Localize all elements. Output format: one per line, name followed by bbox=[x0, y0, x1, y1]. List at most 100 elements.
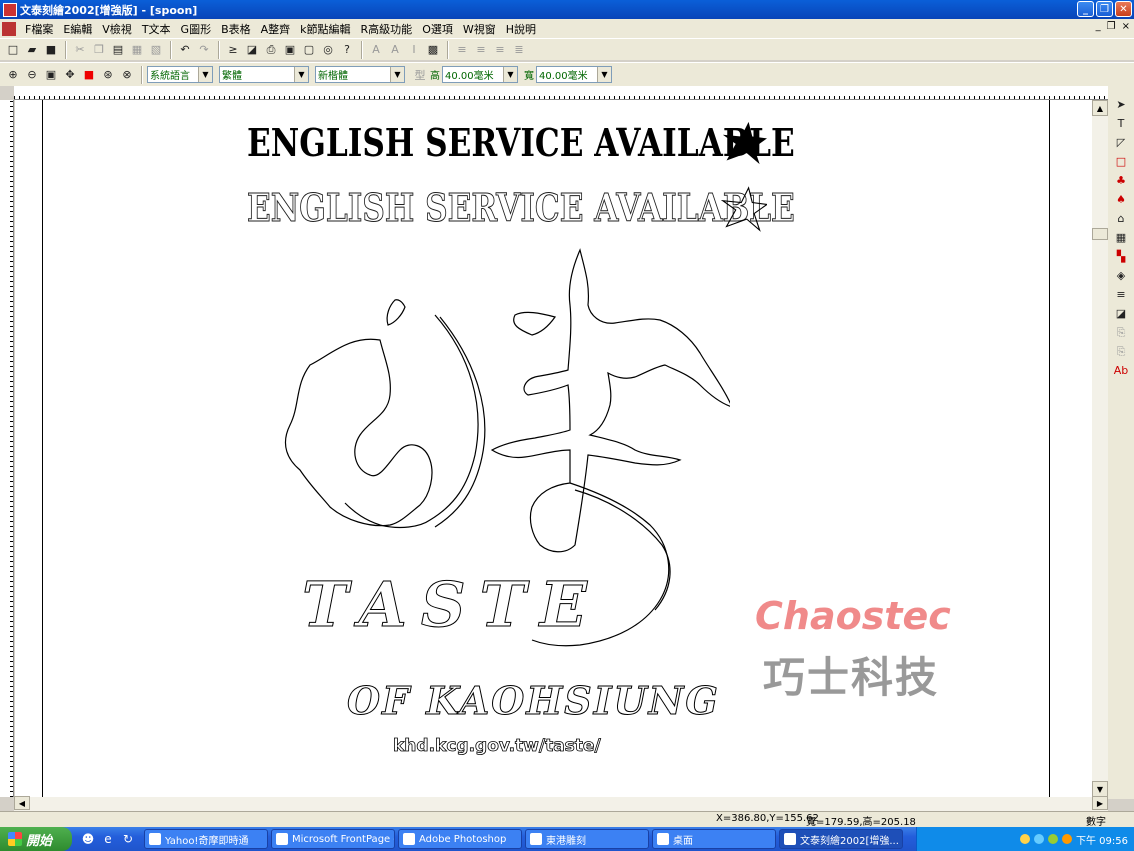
scroll-up-icon[interactable]: ▲ bbox=[1092, 100, 1108, 116]
menu-node-edit[interactable]: k節點編輯 bbox=[295, 21, 355, 37]
minimize-button[interactable]: _ bbox=[1077, 1, 1094, 17]
export-icon[interactable]: ◪ bbox=[243, 41, 261, 59]
of-kaohsiung-text[interactable]: OF KAOHSIUNG bbox=[347, 678, 720, 724]
help-icon[interactable]: ? bbox=[338, 41, 356, 59]
menu-table[interactable]: B表格 bbox=[216, 21, 256, 37]
text-tool-icon[interactable]: T bbox=[1112, 115, 1130, 132]
refresh-icon[interactable]: ↻ bbox=[120, 831, 136, 847]
headline-solid[interactable]: ENGLISH SERVICE AVAILABLE bbox=[247, 120, 795, 165]
rectangle-tool-icon[interactable]: □ bbox=[1112, 153, 1130, 170]
shape-tool-icon[interactable]: ◸ bbox=[1112, 134, 1130, 151]
paste-special-icon[interactable]: ▦ bbox=[128, 41, 146, 59]
color-tool-icon[interactable]: ♠ bbox=[1112, 191, 1130, 208]
table-tool-icon[interactable]: ▦ bbox=[1112, 229, 1130, 246]
close-button[interactable]: ✕ bbox=[1115, 1, 1132, 17]
font-select[interactable]: 新楷體 ▼ bbox=[315, 66, 405, 83]
chevron-down-icon[interactable]: ▼ bbox=[597, 67, 611, 82]
height-select[interactable]: 40.00毫米 ▼ bbox=[442, 66, 518, 83]
text-edit-icon[interactable]: ▩ bbox=[424, 41, 442, 59]
pan-icon[interactable]: ✥ bbox=[61, 66, 79, 84]
paste-icon[interactable]: ▤ bbox=[109, 41, 127, 59]
fill-red-icon[interactable]: ■ bbox=[80, 66, 98, 84]
start-button[interactable]: 開始 bbox=[0, 827, 72, 851]
doc-close-button[interactable]: × bbox=[1122, 21, 1130, 32]
align-left-icon[interactable]: ≡ bbox=[453, 41, 471, 59]
tray-icon[interactable] bbox=[1062, 834, 1072, 844]
horizontal-ruler[interactable] bbox=[14, 86, 1108, 100]
stamp-tool-icon[interactable]: ⎘ bbox=[1112, 324, 1130, 341]
scroll-right-icon[interactable]: ▶ bbox=[1092, 796, 1108, 810]
menu-file[interactable]: F檔案 bbox=[20, 21, 58, 37]
zoom-in-icon[interactable]: ⊕ bbox=[4, 66, 22, 84]
task-folder[interactable]: 東港雕刻 bbox=[525, 829, 649, 849]
scroll-left-icon[interactable]: ◀ bbox=[14, 796, 30, 810]
doc-minimize-button[interactable]: _ bbox=[1096, 21, 1101, 32]
text-italic-icon[interactable]: I bbox=[405, 41, 423, 59]
charset-select[interactable]: 繁體 ▼ bbox=[219, 66, 309, 83]
tray-icon[interactable] bbox=[1020, 834, 1030, 844]
save-icon[interactable]: ■ bbox=[42, 41, 60, 59]
menu-arrange[interactable]: A整齊 bbox=[256, 21, 296, 37]
messenger-icon[interactable]: ☻ bbox=[80, 831, 96, 847]
image-tool-icon[interactable]: ⌂ bbox=[1112, 210, 1130, 227]
print-preview-icon[interactable]: ▣ bbox=[281, 41, 299, 59]
hint-icon[interactable]: ◎ bbox=[319, 41, 337, 59]
zoom-selection-icon[interactable]: ▣ bbox=[42, 66, 60, 84]
lines-tool-icon[interactable]: ≡ bbox=[1112, 286, 1130, 303]
document-icon[interactable] bbox=[2, 21, 16, 36]
chevron-down-icon[interactable]: ▼ bbox=[294, 67, 308, 82]
browser-icon[interactable]: e bbox=[100, 831, 116, 847]
vertical-ruler[interactable] bbox=[0, 100, 14, 797]
star-solid-icon[interactable] bbox=[721, 120, 767, 166]
headline-outline[interactable]: ENGLISH SERVICE AVAILABLE bbox=[247, 185, 796, 231]
restore-button[interactable]: ❐ bbox=[1096, 1, 1113, 17]
align-right-icon[interactable]: ≡ bbox=[491, 41, 509, 59]
zoom-page-icon[interactable]: ⊛ bbox=[99, 66, 117, 84]
chevron-down-icon[interactable]: ▼ bbox=[198, 67, 212, 82]
menu-help[interactable]: H說明 bbox=[501, 21, 541, 37]
horizontal-scrollbar[interactable]: ◀ ▶ bbox=[14, 796, 1108, 811]
copy-tool-icon[interactable]: ⎘ bbox=[1112, 343, 1130, 360]
task-yahoo-messenger[interactable]: Yahoo!奇摩即時通 bbox=[144, 829, 268, 849]
corner-tool-icon[interactable]: ◪ bbox=[1112, 305, 1130, 322]
menu-window[interactable]: W視窗 bbox=[458, 21, 501, 37]
zoom-out-icon[interactable]: ⊖ bbox=[23, 66, 41, 84]
menu-advanced[interactable]: R高級功能 bbox=[356, 21, 418, 37]
pointer-tool-icon[interactable]: ➤ bbox=[1112, 96, 1130, 113]
align-center-icon[interactable]: ≡ bbox=[472, 41, 490, 59]
cut-icon[interactable]: ✂ bbox=[71, 41, 89, 59]
font-style-icon[interactable]: 型 bbox=[411, 66, 429, 84]
zoom-all-icon[interactable]: ⊗ bbox=[118, 66, 136, 84]
vertical-scroll-thumb[interactable] bbox=[1092, 228, 1108, 240]
print-icon[interactable]: ⎙ bbox=[262, 41, 280, 59]
clock[interactable]: 下午 09:56 bbox=[1076, 832, 1128, 847]
menu-text[interactable]: T文本 bbox=[137, 21, 176, 37]
tray-icon[interactable] bbox=[1048, 834, 1058, 844]
import-icon[interactable]: ≥ bbox=[224, 41, 242, 59]
open-icon[interactable]: ▰ bbox=[23, 41, 41, 59]
align-justify-icon[interactable]: ≣ bbox=[510, 41, 528, 59]
palette-tool-icon[interactable]: ▚ bbox=[1112, 248, 1130, 265]
star-outline-icon[interactable] bbox=[721, 186, 767, 232]
ab-tool-icon[interactable]: Ab bbox=[1112, 362, 1130, 379]
new-icon[interactable]: □ bbox=[4, 41, 22, 59]
task-desktop[interactable]: 桌面 bbox=[652, 829, 776, 849]
task-photoshop[interactable]: Adobe Photoshop bbox=[398, 829, 522, 849]
bucket-tool-icon[interactable]: ◈ bbox=[1112, 267, 1130, 284]
website-url-text[interactable]: khd.kcg.gov.tw/taste/ bbox=[393, 736, 601, 757]
redo-icon[interactable]: ↷ bbox=[195, 41, 213, 59]
text-vertical-icon[interactable]: A bbox=[367, 41, 385, 59]
text-outline-icon[interactable]: A bbox=[386, 41, 404, 59]
fill-tool-icon[interactable]: ♣ bbox=[1112, 172, 1130, 189]
chevron-down-icon[interactable]: ▼ bbox=[390, 67, 404, 82]
tray-icon[interactable] bbox=[1034, 834, 1044, 844]
task-frontpage[interactable]: Microsoft FrontPage -... bbox=[271, 829, 395, 849]
width-select[interactable]: 40.00毫米 ▼ bbox=[536, 66, 612, 83]
clone-icon[interactable]: ▧ bbox=[147, 41, 165, 59]
scroll-down-icon[interactable]: ▼ bbox=[1092, 781, 1108, 797]
undo-icon[interactable]: ↶ bbox=[176, 41, 194, 59]
frame-icon[interactable]: ▢ bbox=[300, 41, 318, 59]
vertical-scrollbar[interactable]: ▲ ▼ bbox=[1092, 100, 1108, 797]
chevron-down-icon[interactable]: ▼ bbox=[503, 67, 517, 82]
menu-edit[interactable]: E編輯 bbox=[58, 21, 97, 37]
